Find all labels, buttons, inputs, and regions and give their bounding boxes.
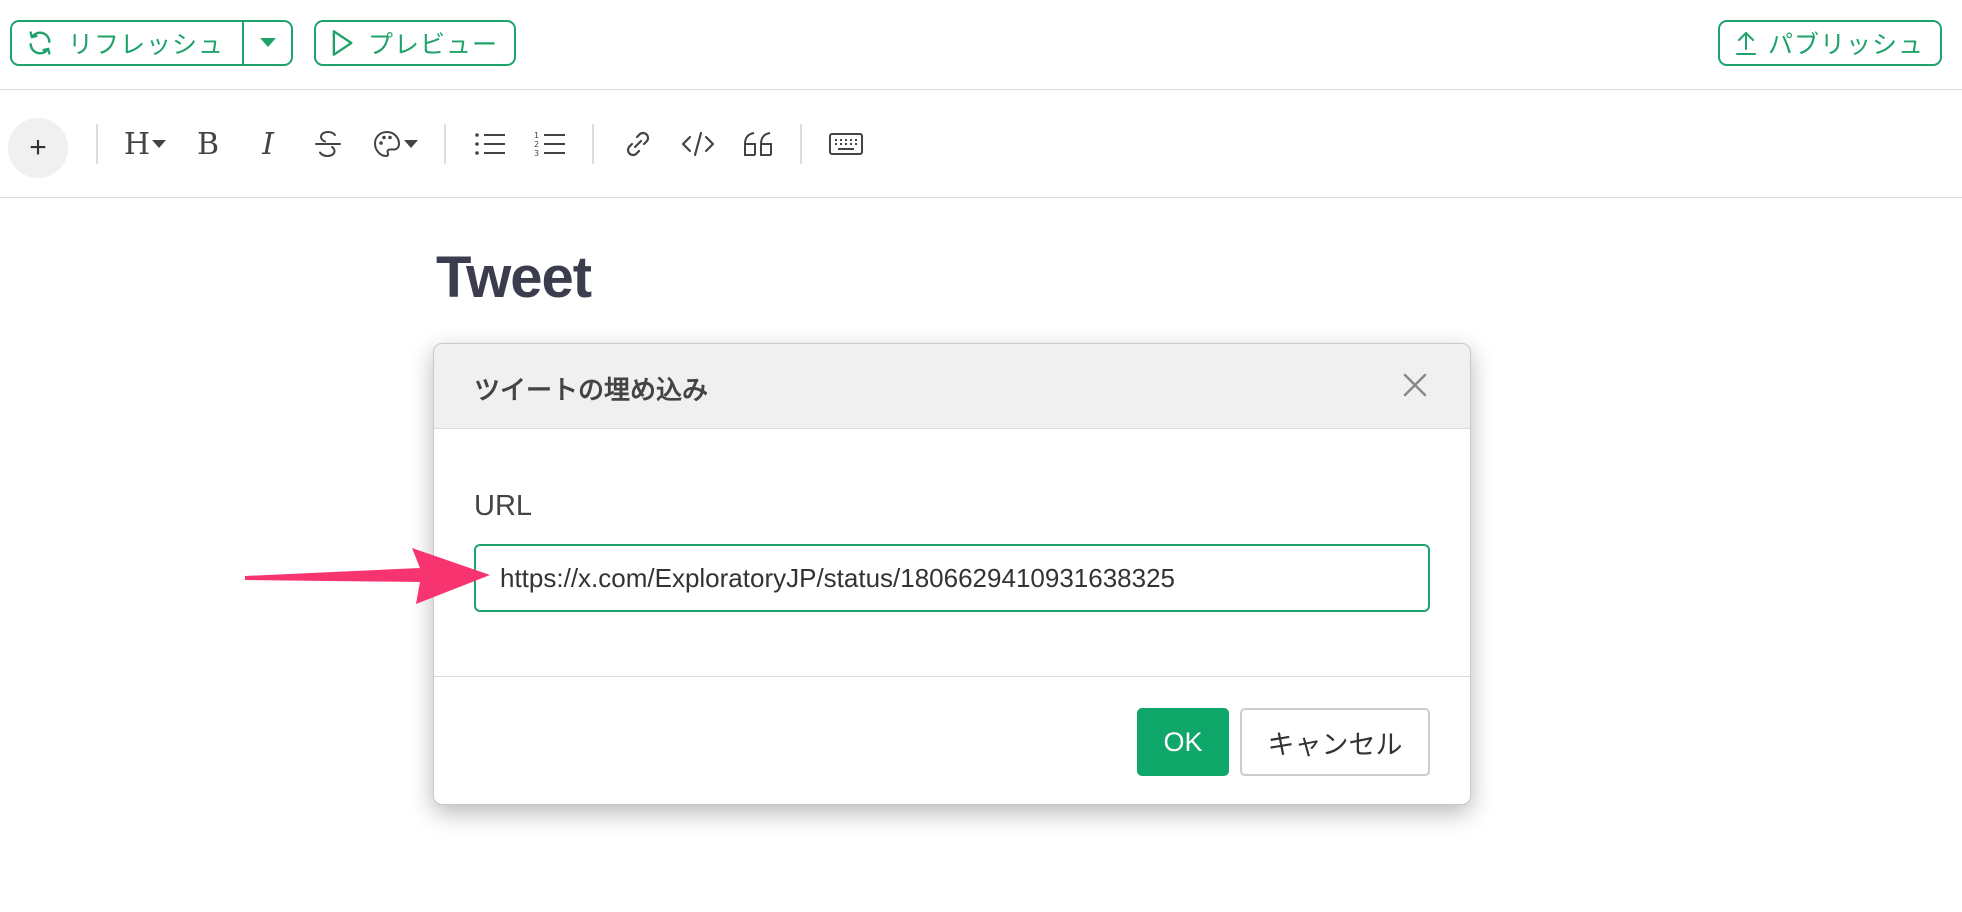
link-button[interactable] xyxy=(620,124,656,164)
url-label: URL xyxy=(474,490,533,522)
italic-icon: I xyxy=(262,126,274,162)
ok-button[interactable]: OK xyxy=(1137,708,1229,776)
editor-toolbar: + H B I 1 2 3 xyxy=(0,90,1962,198)
refresh-icon xyxy=(26,29,54,57)
refresh-button-group: リフレッシュ xyxy=(10,20,293,66)
annotation-arrow-icon xyxy=(245,548,490,604)
color-button[interactable] xyxy=(370,124,420,164)
refresh-button[interactable]: リフレッシュ xyxy=(12,22,244,64)
cancel-button[interactable]: キャンセル xyxy=(1240,708,1430,776)
embed-tweet-dialog: ツイートの埋め込み URL OK キャンセル xyxy=(433,343,1471,805)
toolbar-divider xyxy=(800,124,802,164)
top-bar: リフレッシュ プレビュー パブリッシュ xyxy=(0,0,1962,90)
plus-icon: + xyxy=(29,131,47,164)
svg-text:3: 3 xyxy=(534,149,539,158)
code-button[interactable] xyxy=(680,124,716,164)
play-icon xyxy=(330,29,354,57)
document-title[interactable]: Tweet xyxy=(436,244,592,311)
close-icon xyxy=(1403,373,1427,397)
caret-down-icon xyxy=(152,139,167,148)
strikethrough-icon xyxy=(315,130,341,158)
bullet-list-icon xyxy=(475,133,505,155)
toolbar-divider xyxy=(444,124,446,164)
toolbar-divider xyxy=(592,124,594,164)
insert-button[interactable]: + xyxy=(8,118,68,178)
url-input[interactable] xyxy=(474,544,1430,612)
bullet-list-button[interactable] xyxy=(472,124,508,164)
bold-button[interactable]: B xyxy=(192,124,224,164)
preview-label: プレビュー xyxy=(368,31,499,59)
dialog-divider xyxy=(434,676,1470,677)
refresh-label: リフレッシュ xyxy=(68,31,225,59)
keyboard-icon xyxy=(829,133,863,155)
italic-button[interactable]: I xyxy=(252,124,284,164)
numbered-list-button[interactable]: 1 2 3 xyxy=(532,124,568,164)
toolbar-divider xyxy=(96,124,98,164)
dialog-header: ツイートの埋め込み xyxy=(434,344,1470,429)
quote-icon xyxy=(744,132,772,156)
publish-button[interactable]: パブリッシュ xyxy=(1718,20,1942,66)
strikethrough-button[interactable] xyxy=(310,124,346,164)
bold-icon: B xyxy=(196,126,220,162)
heading-icon: H xyxy=(123,126,151,162)
keyboard-shortcuts-button[interactable] xyxy=(826,124,866,164)
publish-label: パブリッシュ xyxy=(1768,31,1925,59)
svg-text:2: 2 xyxy=(534,140,539,149)
close-button[interactable] xyxy=(1400,370,1430,400)
palette-icon xyxy=(373,130,401,158)
heading-button[interactable]: H xyxy=(120,124,170,164)
refresh-dropdown-button[interactable] xyxy=(244,22,291,64)
link-icon xyxy=(626,131,650,157)
svg-text:1: 1 xyxy=(534,131,539,140)
code-icon xyxy=(681,131,715,157)
caret-down-icon xyxy=(404,139,418,148)
dialog-title: ツイートの埋め込み xyxy=(474,375,709,405)
caret-down-icon xyxy=(259,38,276,47)
preview-button[interactable]: プレビュー xyxy=(314,20,516,66)
numbered-list-icon: 1 2 3 xyxy=(534,131,565,158)
quote-button[interactable] xyxy=(740,124,776,164)
upload-icon xyxy=(1734,29,1758,57)
